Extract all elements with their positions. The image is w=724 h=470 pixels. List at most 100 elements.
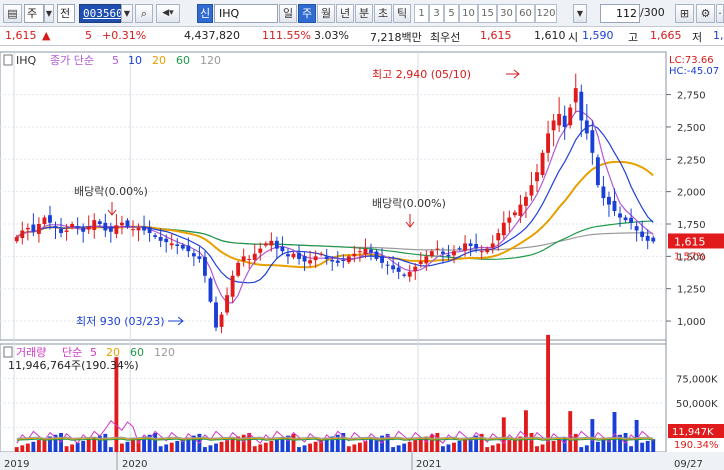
candle-body	[651, 237, 656, 242]
quote-price: 1,615	[5, 29, 37, 42]
candle-body	[363, 248, 368, 255]
candle-body	[380, 256, 384, 263]
settings-icon[interactable]: ⚙	[696, 4, 715, 23]
volume-bar	[407, 441, 412, 452]
interval-tab-3[interactable]: 3	[429, 4, 444, 23]
count-input[interactable]: 112	[600, 4, 640, 23]
period-tab-4[interactable]: 분	[355, 4, 373, 23]
volume-bar	[164, 444, 169, 452]
period-tab-5[interactable]: 초	[374, 4, 392, 23]
market-label: 주	[27, 7, 38, 20]
stock-name-input[interactable]: IHQ	[214, 4, 278, 23]
stock-chart[interactable]: 2,7502,5002,2502,0001,7501,5001,2501,000…	[0, 46, 724, 470]
candle-body	[357, 251, 362, 253]
candle-body	[607, 196, 611, 205]
volume-current-text: 11,946,764주(190.34%)	[8, 359, 139, 372]
quote-volume-ratio: 111.55%	[262, 29, 311, 42]
volume-bar	[490, 445, 495, 452]
period-tab-6[interactable]: 틱	[393, 4, 411, 23]
high-label: 고	[628, 31, 639, 44]
candle-body	[208, 278, 213, 302]
volume-bar	[258, 444, 263, 452]
more-icon[interactable]: ·	[716, 4, 724, 23]
price-type-select[interactable]: 전	[57, 4, 75, 23]
candle-body	[103, 222, 108, 231]
candle-body	[131, 229, 135, 231]
grid-icon[interactable]: ⊞	[675, 4, 694, 23]
period-tab-3[interactable]: 년	[336, 4, 354, 23]
price-tick-label: 2,500	[677, 123, 706, 134]
current-volume-pct: 190.34%	[674, 440, 719, 451]
candle-body	[479, 251, 484, 253]
interval-tab-10[interactable]: 10	[459, 4, 478, 23]
current-pct-label: 1.57%	[674, 251, 706, 262]
volume-bar	[302, 445, 307, 452]
candle-body	[501, 222, 506, 236]
candle-body	[269, 240, 274, 246]
candle-body	[142, 226, 146, 231]
interval-tab-1[interactable]: 1	[414, 4, 429, 23]
market-select[interactable]: 주	[24, 4, 44, 23]
price-legend-label: 종가 단순	[50, 54, 94, 67]
volume-bar	[203, 447, 207, 452]
volume-legend-label: 거래량	[16, 346, 46, 359]
interval-tabs: 1 3 5 10 15 30 60 120	[414, 4, 574, 23]
stock-code-input[interactable]: 003560	[79, 4, 123, 23]
candle-body	[42, 217, 47, 224]
candle-body	[595, 157, 600, 186]
candle-body	[59, 228, 63, 234]
x-axis-label: 2019	[4, 459, 29, 470]
code-dropdown-icon[interactable]: ▼	[121, 4, 133, 23]
candle-body	[573, 88, 578, 103]
price-tick-label: 1,250	[677, 285, 706, 296]
candle-body	[197, 256, 202, 259]
candle-body	[230, 275, 235, 297]
price-legend-ma-10: 10	[128, 54, 142, 67]
candle-body	[551, 120, 556, 131]
candle-body	[341, 260, 346, 262]
volume-bar	[535, 446, 539, 452]
volume-bar	[25, 443, 30, 452]
candle-body	[297, 252, 301, 259]
candle-body	[81, 227, 86, 232]
candle-body	[241, 256, 246, 261]
volume-bar	[263, 442, 268, 452]
period-tab-2[interactable]: 월	[317, 4, 335, 23]
candle-body	[634, 226, 639, 231]
volume-bar	[418, 438, 423, 452]
candle-body	[374, 251, 379, 259]
x-axis-bg	[0, 452, 724, 470]
period-tab-0[interactable]: 일	[279, 4, 297, 23]
stock-tag: IHQ	[16, 54, 37, 67]
period-tab-1[interactable]: 주	[298, 4, 316, 23]
price-legend-ma-120: 120	[200, 54, 221, 67]
interval-tab-30[interactable]: 30	[497, 4, 516, 23]
interval-tab-5[interactable]: 5	[444, 4, 459, 23]
menu-icon[interactable]: ▤	[3, 4, 22, 23]
volume-legend-ma: 단순	[62, 346, 82, 359]
search-icon[interactable]: ⌕	[135, 4, 153, 23]
market-dropdown-icon[interactable]: ▼	[44, 4, 54, 23]
volume-bar	[601, 440, 606, 452]
best-ask: 1,615	[480, 29, 512, 42]
volume-bar	[119, 443, 124, 452]
price-tick-label: 2,750	[677, 91, 706, 102]
dividend-label-2: 배당락(0.00%)	[372, 197, 446, 210]
candle-body	[474, 243, 479, 249]
candle-body	[468, 243, 473, 246]
interval-tab-15[interactable]: 15	[478, 4, 497, 23]
speaker-icon[interactable]: ◀▾	[156, 4, 180, 23]
candle-body	[335, 260, 340, 263]
current-price-label: 1,615	[674, 235, 706, 248]
volume-bar	[31, 441, 36, 452]
candle-body	[214, 302, 218, 328]
interval-dropdown-icon[interactable]: ▼	[573, 4, 587, 23]
candle-body	[136, 227, 141, 231]
candle-body	[529, 185, 534, 196]
interval-tab-60[interactable]: 60	[516, 4, 535, 23]
candle-body	[203, 257, 207, 276]
interval-tab-120[interactable]: 120	[535, 4, 557, 23]
high-annotation: 최고 2,940 (05/10)	[372, 68, 471, 81]
candle-body	[147, 227, 152, 234]
new-badge[interactable]: 신	[197, 4, 213, 23]
